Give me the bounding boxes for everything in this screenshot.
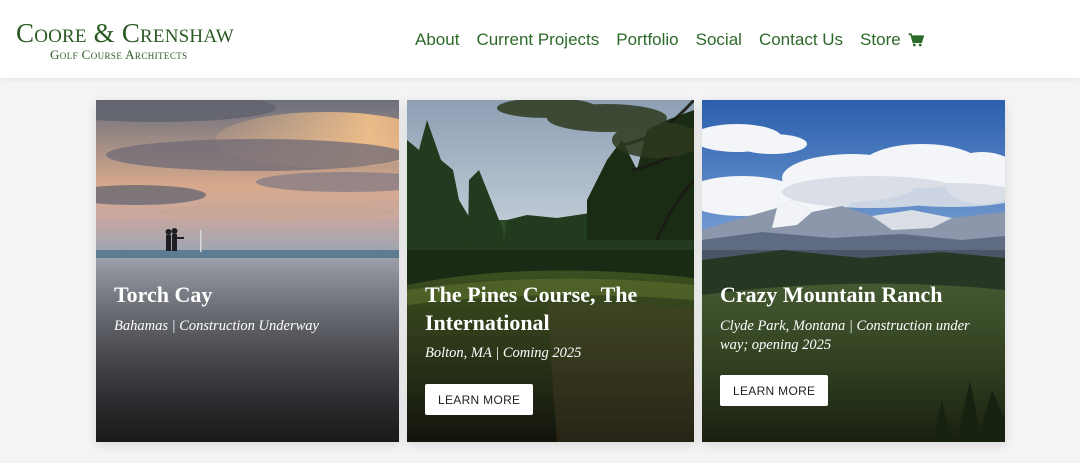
site-header: Coore & Crenshaw Golf Course Architects … (0, 0, 1080, 78)
project-title: The Pines Course, The International (425, 282, 638, 335)
learn-more-button[interactable]: LEARN MORE (720, 375, 829, 406)
project-card-pines-course[interactable]: The Pines Course, The International Bolt… (407, 100, 694, 442)
nav-store[interactable]: Store (860, 29, 924, 51)
brand-name: Coore & Crenshaw (16, 18, 234, 48)
nav-social[interactable]: Social (696, 29, 742, 51)
nav-portfolio[interactable]: Portfolio (616, 29, 678, 51)
nav-current-projects[interactable]: Current Projects (476, 29, 599, 51)
shopping-cart-icon (908, 33, 924, 47)
project-card-content: Crazy Mountain Ranch Clyde Park, Montana… (702, 100, 1005, 442)
project-card-content: The Pines Course, The International Bolt… (407, 100, 694, 442)
learn-more-button[interactable]: LEARN MORE (425, 384, 534, 415)
project-card-content: Torch Cay Bahamas | Construction Underwa… (96, 100, 399, 442)
project-subtitle: Bahamas | Construction Underway (114, 318, 319, 334)
nav-store-label: Store (860, 30, 901, 49)
nav-contact-us[interactable]: Contact Us (759, 29, 843, 51)
project-card-crazy-mountain-ranch[interactable]: Crazy Mountain Ranch Clyde Park, Montana… (702, 100, 1005, 442)
nav-about[interactable]: About (415, 29, 459, 51)
project-subtitle: Clyde Park, Montana | Construction under… (720, 318, 970, 353)
project-title: Crazy Mountain Ranch (720, 282, 943, 307)
site-logo[interactable]: Coore & Crenshaw Golf Course Architects (16, 18, 234, 62)
project-subtitle: Bolton, MA | Coming 2025 (425, 345, 582, 361)
project-card-torch-cay[interactable]: Torch Cay Bahamas | Construction Underwa… (96, 100, 399, 442)
brand-tagline: Golf Course Architects (50, 47, 188, 62)
project-title: Torch Cay (114, 282, 213, 307)
main-nav: About Current Projects Portfolio Social … (415, 29, 924, 51)
